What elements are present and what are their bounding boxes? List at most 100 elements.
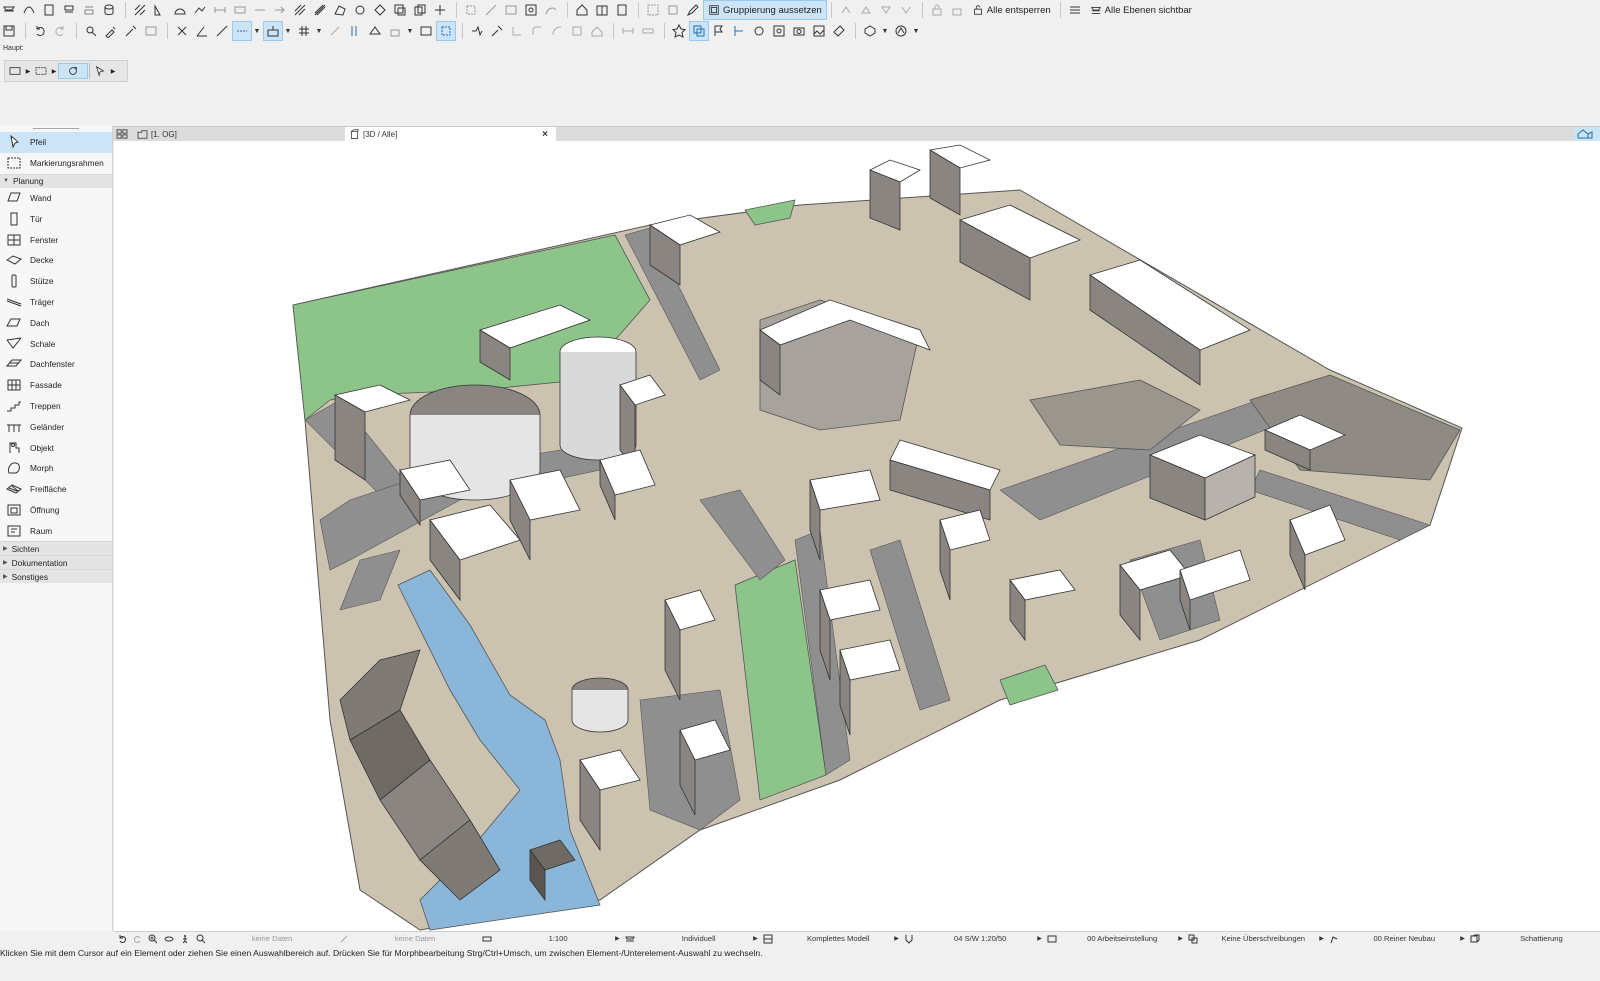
guideline-dropdown-arrow[interactable]: ▼ (253, 28, 261, 35)
rect-icon[interactable] (231, 1, 249, 19)
tab-floor-plan[interactable]: [1. OG] (133, 127, 345, 141)
pencil-icon[interactable] (684, 1, 702, 19)
visual-style-icon[interactable] (861, 22, 879, 40)
tool-fassade[interactable]: Fassade (0, 375, 112, 396)
structural-function-field[interactable]: Komplettes Modell ▶ (776, 933, 901, 945)
tool-fenster[interactable]: Fenster (0, 229, 112, 250)
zoom-fit-icon[interactable] (195, 933, 207, 945)
wall-tool-icon[interactable] (346, 22, 364, 40)
snap-dropdown-arrow[interactable]: ▼ (284, 28, 292, 35)
polyline-icon[interactable] (191, 1, 209, 19)
resize-curve-icon[interactable] (548, 22, 566, 40)
dimension-icon[interactable] (211, 1, 229, 19)
eyedropper-icon[interactable] (102, 22, 120, 40)
tool-marquee[interactable]: Markierungsrahmen (0, 153, 112, 174)
layer-combination-icon[interactable] (624, 933, 636, 945)
section-icon[interactable] (730, 22, 748, 40)
visual-style-dropdown-arrow[interactable]: ▼ (881, 28, 889, 35)
orbit-icon[interactable] (58, 63, 88, 79)
explode-icon[interactable] (462, 1, 480, 19)
field-no-data-2[interactable]: keine Daten (351, 933, 478, 945)
trace-reference-icon[interactable] (689, 21, 709, 41)
polygon-icon[interactable] (331, 1, 349, 19)
render-icon[interactable] (892, 22, 910, 40)
save-icon[interactable] (0, 22, 18, 40)
suspend-icon[interactable] (326, 22, 344, 40)
text-frame-icon[interactable] (502, 1, 520, 19)
snap-guides-icon[interactable] (263, 21, 283, 41)
tool-dach[interactable]: Dach (0, 312, 112, 333)
tool-wand[interactable]: Wand (0, 188, 112, 209)
guide-line-icon[interactable] (213, 22, 231, 40)
syringe-icon[interactable] (122, 22, 140, 40)
lock-icon[interactable] (928, 1, 946, 19)
model-view-options-field[interactable]: 00 Arbeitseinstellung ▶ (1060, 933, 1185, 945)
floor-plan-icon[interactable] (7, 64, 23, 78)
hatch-icon[interactable] (131, 1, 149, 19)
stack-icon[interactable] (40, 1, 58, 19)
marquee-tool-icon[interactable] (33, 64, 49, 78)
arc-icon[interactable] (171, 1, 189, 19)
pick-up-icon[interactable] (82, 22, 100, 40)
ungroup-icon[interactable] (664, 1, 682, 19)
camera-icon[interactable] (790, 22, 808, 40)
guideline-toggle-icon[interactable] (232, 21, 252, 41)
layer-combination-field[interactable]: Individuell ▶ (637, 933, 759, 945)
undo-view-icon[interactable] (116, 933, 128, 945)
3d-viewport[interactable] (114, 141, 1600, 931)
pen-set-icon[interactable] (903, 933, 915, 945)
bring-forward-icon[interactable] (837, 1, 855, 19)
undo-icon[interactable] (31, 22, 49, 40)
label-icon[interactable] (830, 22, 848, 40)
stack-down-icon[interactable] (60, 1, 78, 19)
curve-icon[interactable] (542, 1, 560, 19)
tool-decke[interactable]: Decke (0, 250, 112, 271)
intersect-icon[interactable] (508, 22, 526, 40)
tool-freiflaeche[interactable]: Freifläche (0, 479, 112, 500)
stack-up-icon[interactable] (80, 1, 98, 19)
view-3d-icon[interactable] (417, 22, 435, 40)
grid-icon[interactable] (295, 22, 313, 40)
fillet-icon[interactable] (528, 22, 546, 40)
dropdown-arrow-icon[interactable]: ▶ (51, 64, 57, 78)
renovation-filter-icon[interactable] (1328, 933, 1340, 945)
unlock-all-button[interactable]: Alle entsperren (968, 1, 1055, 19)
tool-gelaender[interactable]: Geländer (0, 416, 112, 437)
angle-icon[interactable] (193, 22, 211, 40)
tool-arrow[interactable]: Pfeil (0, 132, 112, 153)
align-icon[interactable] (619, 22, 637, 40)
redo-icon[interactable] (51, 22, 69, 40)
3d-navigation-button[interactable] (1574, 127, 1600, 141)
figure-icon[interactable] (810, 22, 828, 40)
fill-icon[interactable] (151, 1, 169, 19)
scale-icon[interactable] (481, 933, 493, 945)
favorites-icon[interactable] (670, 22, 688, 40)
trace-icon[interactable] (20, 1, 38, 19)
material-icon[interactable] (366, 22, 384, 40)
copy-data-icon[interactable] (338, 933, 350, 945)
group-dokumentation[interactable]: ▶ Dokumentation (0, 555, 112, 570)
tool-raum[interactable]: Raum (0, 520, 112, 541)
offset-icon[interactable] (391, 1, 409, 19)
scale-field[interactable]: 1:100 ▶ (494, 933, 621, 945)
orbit-view-icon[interactable] (163, 933, 175, 945)
renovation-filter-field[interactable]: 00 Reiner Neubau ▶ (1342, 933, 1467, 945)
line-icon[interactable] (251, 1, 269, 19)
unlock-icon[interactable] (948, 1, 966, 19)
copy-icon[interactable] (411, 1, 429, 19)
roof-tool-icon[interactable] (588, 22, 606, 40)
model-view-icon[interactable] (762, 933, 774, 945)
worksheet-icon[interactable] (770, 22, 788, 40)
group-icon[interactable] (644, 1, 662, 19)
group-sichten[interactable]: ▶ Sichten (0, 541, 112, 556)
lock-dropdown-arrow[interactable]: ▼ (406, 28, 414, 35)
tool-treppen[interactable]: Treppen (0, 396, 112, 417)
dropdown-arrow-icon[interactable]: ▶ (110, 64, 116, 78)
tool-traeger[interactable]: Träger (0, 292, 112, 313)
city-model-3d[interactable] (114, 141, 1600, 931)
field-no-data-1[interactable]: keine Daten (209, 933, 336, 945)
home-icon[interactable] (573, 1, 591, 19)
group-planung[interactable]: ▼ Planung (0, 173, 112, 188)
solid-pattern-icon[interactable] (311, 1, 329, 19)
graphic-override-field[interactable]: Keine Überschreibungen ▶ (1201, 933, 1326, 945)
